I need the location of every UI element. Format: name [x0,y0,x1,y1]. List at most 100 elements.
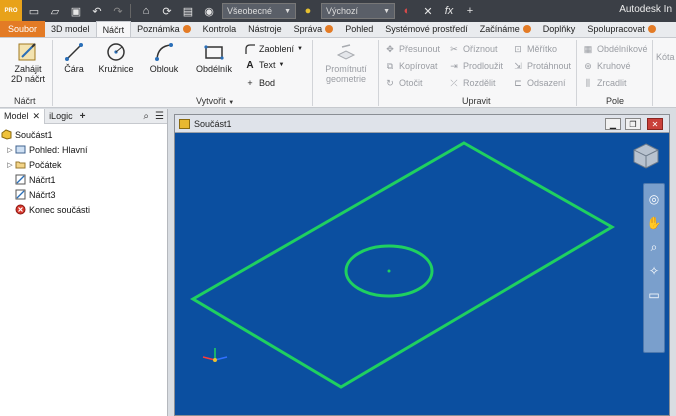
color-wheel-icon[interactable]: ● [299,3,317,19]
tree-item-end-of-part[interactable]: Konec součásti [0,202,167,217]
dimension-button[interactable]: Kóta [656,52,676,62]
stretch-button[interactable]: ⇲ Protáhnout [512,59,571,73]
trim-button[interactable]: ✂ Oříznout [448,42,497,56]
tab-label: Doplňky [542,24,576,34]
restore-icon[interactable]: ❐ [625,118,641,130]
add-icon[interactable]: + [461,3,479,19]
tab-sketch[interactable]: Náčrt [95,21,132,37]
tab-label: Pohled [345,24,374,34]
tab-manage[interactable]: Správa [288,21,340,37]
tab-model[interactable]: Model ✕ [0,108,46,124]
orbit-icon[interactable]: ✧ [645,262,663,280]
formula-icon[interactable]: fx [440,3,458,19]
tab-view[interactable]: Pohled [339,21,379,37]
split-button[interactable]: ⤫ Rozdělit [448,76,496,90]
rotate-button[interactable]: ↻ Otočit [384,76,422,90]
save-icon[interactable]: ▣ [67,3,85,19]
material-select[interactable]: Všeobecné ▼ [222,3,296,19]
tree-item-sketch1[interactable]: Náčrt1 [0,172,167,187]
open-file-icon[interactable]: ▱ [46,3,64,19]
line-button[interactable]: Čára [58,40,90,74]
offset-label: Odsazení [527,78,566,88]
close-icon[interactable]: ✕ [33,111,41,122]
panel-label-create: Vytvořit ▼ [196,96,234,106]
search-icon[interactable]: ⌕ [140,111,152,122]
text-button[interactable]: A Text ▼ [244,58,284,72]
tab-file[interactable]: Soubor [0,21,46,37]
arc-button[interactable]: Oblouk [144,40,184,74]
home-icon[interactable]: ⌂ [137,3,155,19]
tab-ilogic[interactable]: iLogic [45,109,77,124]
move-icon: ✥ [386,43,394,54]
point-button[interactable]: + Bod [244,76,275,90]
chevron-down-icon: ▼ [228,100,235,106]
tree-item-part[interactable]: Součást1 [0,127,167,142]
tree-item-label: Počátek [29,159,62,170]
redo-icon[interactable]: ↷ [109,3,127,19]
zoom-icon[interactable]: ⌕ [645,238,663,256]
tab-environments[interactable]: Systémové prostředí [379,21,474,37]
fillet-button[interactable]: Zaoblení ▼ [244,42,303,56]
point-label: Bod [259,78,276,88]
stretch-label: Protáhnout [527,61,572,71]
appearance-select[interactable]: Výchozí ▼ [321,3,395,19]
split-label: Rozdělit [463,78,496,88]
project-geometry-label: Promítnutí geometrie [325,64,367,84]
tab-3d-model[interactable]: 3D model [45,21,96,37]
tab-label: Soubor [8,24,38,34]
tab-collaborate[interactable]: Spolupracovat [581,21,662,37]
mirror-button[interactable]: ⫼ Zrcadlit [582,76,627,90]
tab-annotate[interactable]: Poznámka [131,21,197,37]
navigation-bar: ◎ ✋ ⌕ ✧ ▭ [643,183,665,353]
tab-tools[interactable]: Nástroje [242,21,288,37]
rect-pattern-label: Obdélníkové [597,44,648,54]
project-geometry-button[interactable]: Promítnutí geometrie [318,40,374,84]
look-at-icon[interactable]: ▭ [645,286,663,304]
circ-pattern-button[interactable]: ⊛ Kruhové [582,59,631,73]
rect-pattern-button[interactable]: ▦ Obdélníkové [582,42,648,56]
circle-button[interactable]: Kružnice [96,40,136,74]
chevron-down-icon: ▼ [278,62,285,68]
tab-add-ins[interactable]: Doplňky [537,21,582,37]
tree-item-origin[interactable]: ▷ Počátek [0,157,167,172]
globe-icon[interactable]: ◉ [200,3,218,19]
pan-icon[interactable]: ✋ [645,214,663,232]
tab-inspect[interactable]: Kontrola [197,21,243,37]
select-mode-icon[interactable]: ▤ [179,3,197,19]
tab-get-started[interactable]: Začínáme [474,21,537,37]
copy-button[interactable]: ⧉ Kopírovat [384,59,438,73]
panel-divider [652,40,653,106]
material-select-value: Všeobecné [227,6,273,16]
appearance-icon[interactable]: ◐ [398,3,416,19]
arc-label: Oblouk [149,64,179,74]
tree-item-sketch3[interactable]: Náčrt3 [0,187,167,202]
add-tab-icon[interactable]: + [77,111,89,122]
menu-icon[interactable]: ☰ [152,111,167,122]
expand-icon[interactable]: ▷ [6,161,14,169]
circle-center-point[interactable] [387,269,391,273]
viewcube-icon[interactable] [631,141,661,171]
circ-pattern-label: Kruhové [597,61,631,71]
minimize-icon[interactable]: ▁ [605,118,621,130]
tab-model-label: Model [4,111,29,121]
update-icon[interactable]: ⟳ [158,3,176,19]
steering-wheel-icon[interactable]: ◎ [645,190,663,208]
copy-label: Kopírovat [399,61,438,71]
sketch-icon [14,174,26,186]
extend-button[interactable]: ⇥ Prodloužit [448,59,503,73]
start-sketch-button[interactable]: Zahájit 2D náčrt [8,40,48,84]
close-icon[interactable]: ✕ [647,118,663,130]
panel-label-pattern: Pole [606,96,625,106]
app-window: PRO ▭ ▱ ▣ ↶ ↷ ⌂ ⟳ ▤ ◉ Všeobecné ▼ ● Výcho… [0,0,676,416]
expand-icon[interactable]: ▷ [6,146,14,154]
app-logo[interactable]: PRO [0,0,22,22]
offset-button[interactable]: ⊏ Odsazení [512,76,566,90]
scale-button[interactable]: ⊡ Měřítko [512,42,557,56]
undo-icon[interactable]: ↶ [88,3,106,19]
move-button[interactable]: ✥ Přesunout [384,42,440,56]
tree-item-view[interactable]: ▷ Pohled: Hlavní [0,142,167,157]
sketch-canvas[interactable] [175,133,669,415]
new-file-icon[interactable]: ▭ [25,3,43,19]
clear-appearance-icon[interactable]: ✕ [419,3,437,19]
rectangle-button[interactable]: Obdélník [192,40,236,74]
